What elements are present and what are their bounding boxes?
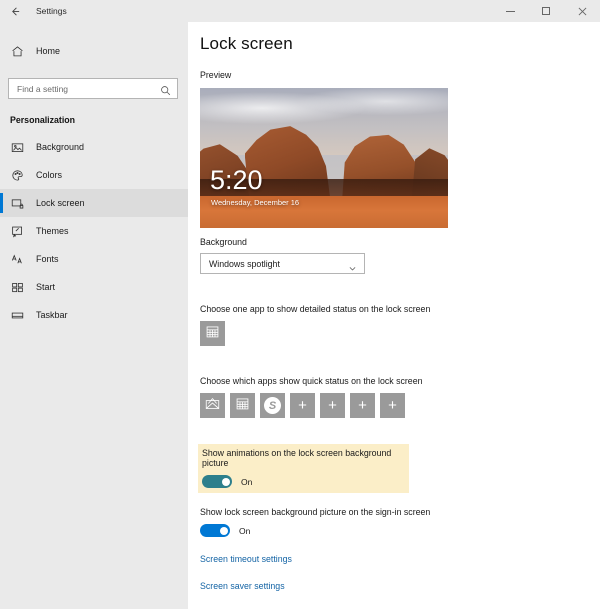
fonts-aa-icon: [10, 252, 24, 266]
lock-screen-icon: [10, 196, 24, 210]
window-controls: [492, 0, 600, 22]
app-tile-calendar-quick[interactable]: [230, 393, 255, 418]
lock-screen-preview: 5:20 Wednesday, December 16: [200, 88, 448, 228]
plus-icon: +: [388, 397, 397, 414]
calendar-icon: [205, 324, 220, 344]
start-tiles-icon: [10, 280, 24, 294]
sidebar-nav: Background Colors Lock screen Themes Fon…: [0, 133, 188, 329]
detailed-status-label: Choose one app to show detailed status o…: [200, 304, 431, 314]
sidebar-label-background: Background: [36, 142, 85, 152]
app-tile-add-3[interactable]: +: [350, 393, 375, 418]
main-content: Lock screen Preview 5:20 Wednesday, Dece…: [188, 22, 600, 609]
sidebar-item-lock-screen[interactable]: Lock screen: [0, 189, 188, 217]
search-box[interactable]: [8, 78, 178, 99]
sidebar-item-start[interactable]: Start: [0, 273, 188, 301]
sidebar-label-start: Start: [36, 282, 56, 292]
plus-icon: +: [298, 397, 307, 414]
animations-toggle-row: On: [202, 475, 405, 488]
home-icon: [10, 44, 24, 58]
preview-date: Wednesday, December 16: [211, 197, 300, 207]
mail-icon: [205, 397, 220, 415]
sidebar-section-title: Personalization: [10, 115, 76, 125]
window-title: Settings: [36, 6, 67, 16]
sidebar: Home Personalization: [0, 22, 188, 609]
animations-toggle[interactable]: [202, 475, 232, 488]
signin-toggle-state: On: [239, 525, 251, 536]
sidebar-item-background[interactable]: Background: [0, 133, 188, 161]
link-screen-saver-settings[interactable]: Screen saver settings: [200, 581, 600, 591]
animations-toggle-label: Show animations on the lock screen backg…: [202, 448, 392, 468]
app-tile-calendar[interactable]: [200, 321, 225, 346]
signin-toggle-row: On: [200, 524, 600, 537]
sidebar-home-label: Home: [36, 46, 61, 56]
plus-icon: +: [358, 397, 367, 414]
title-bar-left: Settings: [0, 0, 67, 22]
detailed-status-tiles: [200, 321, 600, 346]
settings-window: Settings Home Find a setting Personaliza…: [0, 0, 600, 609]
app-tile-add-2[interactable]: +: [320, 393, 345, 418]
calendar-icon: [235, 396, 250, 416]
sidebar-label-lock-screen: Lock screen: [36, 198, 85, 208]
background-field-label: Background: [200, 237, 247, 247]
animations-toggle-state: On: [241, 476, 253, 487]
toggle-knob: [219, 526, 228, 535]
minimize-icon[interactable]: [492, 0, 528, 22]
search-wrapper: [0, 64, 188, 99]
title-bar: Settings: [0, 0, 600, 22]
skype-icon: S: [264, 397, 281, 414]
image-icon: [10, 140, 24, 154]
toggle-knob: [221, 477, 230, 486]
signin-toggle-label: Show lock screen background picture on t…: [200, 507, 431, 517]
app-tile-add-1[interactable]: +: [290, 393, 315, 418]
background-select-value: Windows spotlight: [209, 258, 280, 269]
sidebar-item-themes[interactable]: Themes: [0, 217, 188, 245]
sidebar-label-fonts: Fonts: [36, 254, 59, 264]
chevron-down-icon: [348, 260, 357, 278]
sidebar-label-colors: Colors: [36, 170, 63, 180]
app-tile-mail[interactable]: [200, 393, 225, 418]
sidebar-item-taskbar[interactable]: Taskbar: [0, 301, 188, 329]
search-icon: [160, 83, 171, 101]
animations-setting-highlight: Show animations on the lock screen backg…: [198, 444, 409, 493]
sidebar-item-colors[interactable]: Colors: [0, 161, 188, 189]
back-arrow-icon[interactable]: [0, 0, 30, 22]
app-tile-add-4[interactable]: +: [380, 393, 405, 418]
taskbar-icon: [10, 308, 24, 322]
app-tile-skype[interactable]: S: [260, 393, 285, 418]
quick-status-tiles: S + + + +: [200, 393, 600, 418]
preview-heading: Preview: [200, 70, 232, 80]
close-icon[interactable]: [564, 0, 600, 22]
background-select[interactable]: Windows spotlight: [200, 253, 365, 274]
link-screen-timeout-settings[interactable]: Screen timeout settings: [200, 554, 600, 564]
sidebar-label-themes: Themes: [36, 226, 69, 236]
palette-icon: [10, 168, 24, 182]
sidebar-label-taskbar: Taskbar: [36, 310, 68, 320]
plus-icon: +: [328, 397, 337, 414]
signin-picture-setting: Show lock screen background picture on t…: [200, 507, 600, 537]
quick-status-label: Choose which apps show quick status on t…: [200, 376, 423, 386]
maximize-icon[interactable]: [528, 0, 564, 22]
sidebar-item-home[interactable]: Home: [0, 38, 188, 64]
signin-toggle[interactable]: [200, 524, 230, 537]
search-input[interactable]: [9, 83, 177, 94]
page-title: Lock screen: [200, 34, 293, 53]
themes-brush-icon: [10, 224, 24, 238]
sidebar-item-fonts[interactable]: Fonts: [0, 245, 188, 273]
preview-clock: 5:20: [210, 165, 263, 195]
preview-sky: [200, 88, 448, 156]
